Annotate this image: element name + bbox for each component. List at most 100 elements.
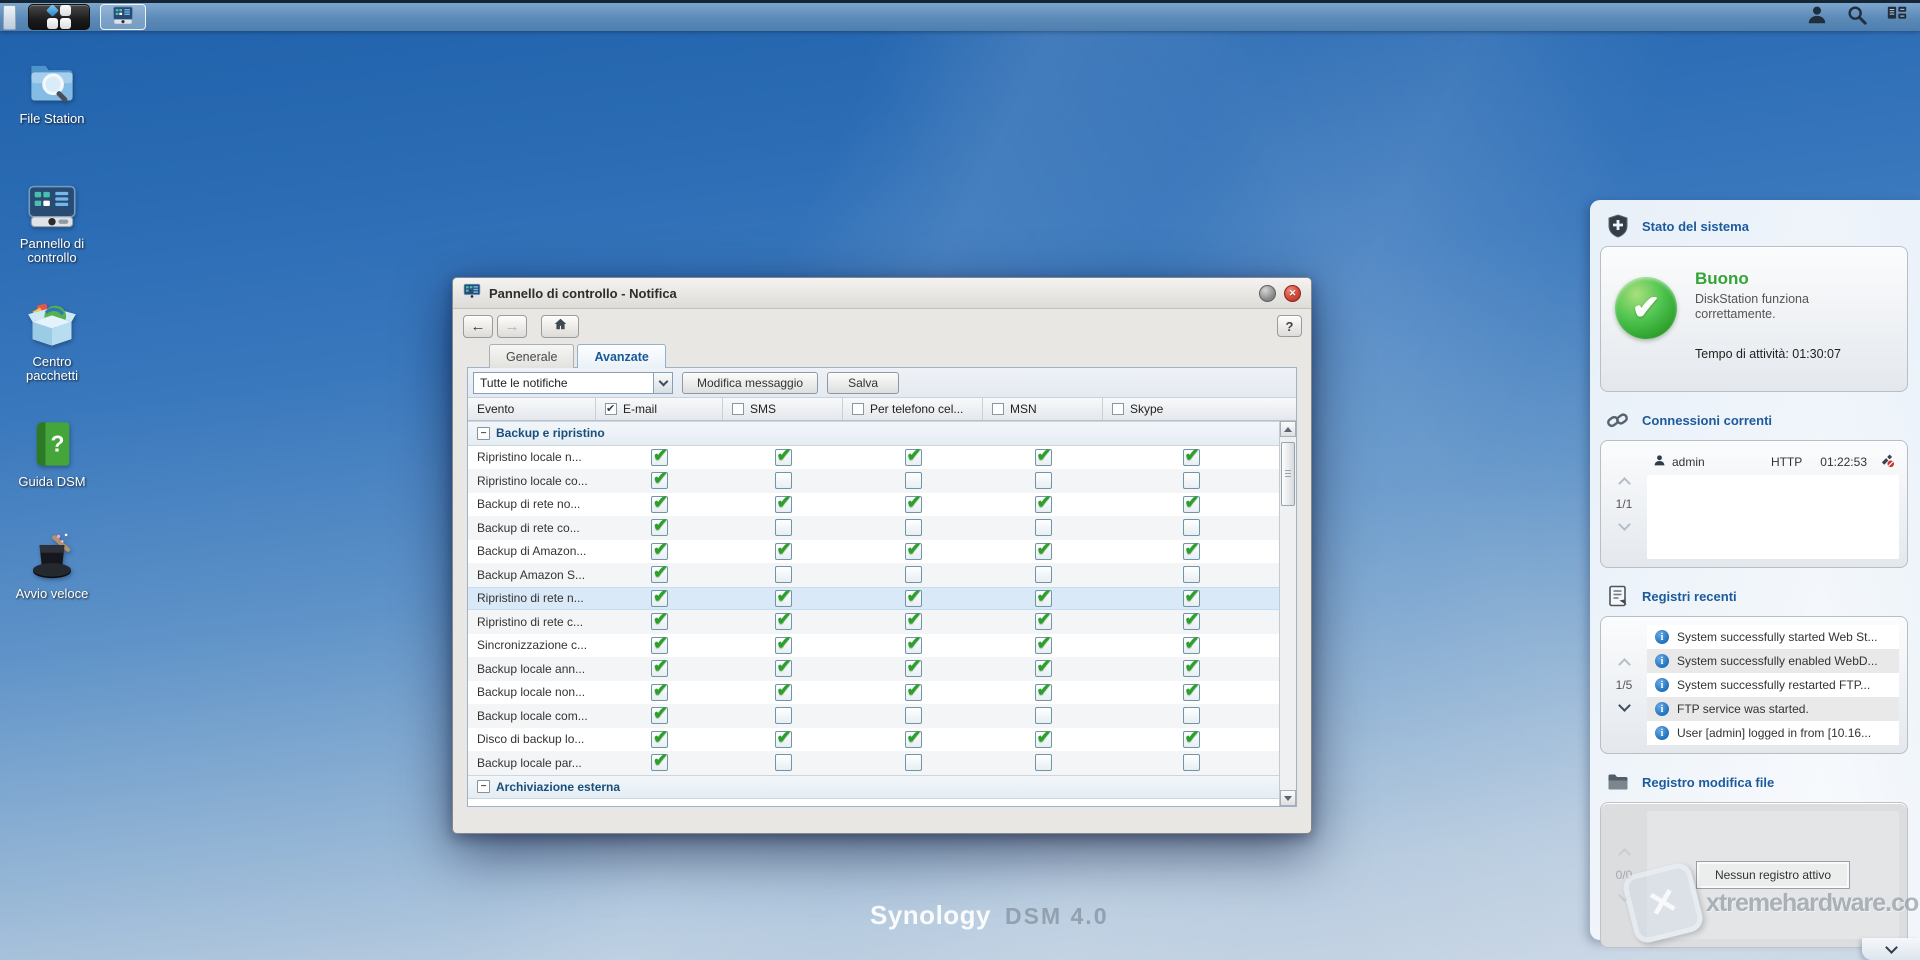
skype-checkbox[interactable]	[1183, 707, 1200, 724]
skype-checkbox[interactable]	[1183, 754, 1200, 771]
phone-checkbox[interactable]	[905, 566, 922, 583]
help-button[interactable]: ?	[1277, 315, 1302, 337]
email-checkbox[interactable]	[651, 707, 668, 724]
pager-up-icon[interactable]	[1618, 658, 1631, 671]
email-checkbox[interactable]	[651, 754, 668, 771]
phone-checkbox[interactable]	[905, 731, 922, 748]
sms-checkbox[interactable]	[775, 566, 792, 583]
sms-column-checkbox[interactable]	[732, 403, 744, 415]
skype-checkbox[interactable]	[1183, 566, 1200, 583]
pager-up-icon[interactable]	[1618, 477, 1631, 490]
msn-checkbox[interactable]	[1035, 566, 1052, 583]
scrollbar-thumb[interactable]	[1281, 442, 1295, 506]
pilot-view-button[interactable]	[1880, 4, 1914, 30]
main-menu-button[interactable]	[28, 4, 90, 30]
sms-checkbox[interactable]	[775, 496, 792, 513]
email-checkbox[interactable]	[651, 543, 668, 560]
widget-panel-collapse-button[interactable]	[1862, 938, 1920, 960]
phone-checkbox[interactable]	[905, 496, 922, 513]
email-checkbox[interactable]	[651, 684, 668, 701]
sms-checkbox[interactable]	[775, 590, 792, 607]
table-row[interactable]: Disco di backup lo...	[468, 728, 1279, 752]
desktop-icon-file-station[interactable]: File Station	[0, 55, 104, 126]
tab-avanzate[interactable]: Avanzate	[577, 344, 665, 368]
msn-checkbox[interactable]	[1035, 449, 1052, 466]
table-row[interactable]: Backup locale ann...	[468, 657, 1279, 681]
email-checkbox[interactable]	[651, 566, 668, 583]
table-row[interactable]: Backup Amazon S...	[468, 563, 1279, 587]
desktop-icon-package-center[interactable]: Centro pacchetti	[0, 298, 104, 383]
home-button[interactable]	[541, 315, 579, 338]
skype-checkbox[interactable]	[1183, 449, 1200, 466]
save-button[interactable]: Salva	[827, 372, 899, 394]
skype-column-checkbox[interactable]	[1112, 403, 1124, 415]
skype-checkbox[interactable]	[1183, 543, 1200, 560]
phone-checkbox[interactable]	[905, 613, 922, 630]
skype-checkbox[interactable]	[1183, 496, 1200, 513]
sms-checkbox[interactable]	[775, 660, 792, 677]
connection-row[interactable]: admin HTTP 01:22:53	[1647, 449, 1899, 475]
scroll-up-button[interactable]	[1280, 421, 1296, 437]
notification-filter-select[interactable]: Tutte le notifiche	[473, 372, 673, 394]
taskbar-item-control-panel[interactable]	[100, 4, 146, 30]
msn-checkbox[interactable]	[1035, 519, 1052, 536]
show-desktop-button[interactable]	[3, 5, 16, 30]
table-row[interactable]: Backup locale non...	[468, 681, 1279, 705]
skype-checkbox[interactable]	[1183, 590, 1200, 607]
sms-checkbox[interactable]	[775, 613, 792, 630]
msn-checkbox[interactable]	[1035, 496, 1052, 513]
table-row[interactable]: Archiviazione esterna	[468, 775, 1279, 800]
desktop-icon-control-panel[interactable]: Pannello di controllo	[0, 180, 104, 265]
table-row[interactable]: Backup locale par...	[468, 751, 1279, 775]
desktop-icon-quick-start[interactable]: Avvio veloce	[0, 530, 104, 601]
skype-checkbox[interactable]	[1183, 613, 1200, 630]
email-checkbox[interactable]	[651, 590, 668, 607]
email-column-checkbox[interactable]	[605, 403, 617, 415]
back-button[interactable]	[463, 315, 493, 338]
table-row[interactable]: Backup di Amazon...	[468, 540, 1279, 564]
msn-checkbox[interactable]	[1035, 472, 1052, 489]
tab-generale[interactable]: Generale	[489, 344, 574, 368]
phone-checkbox[interactable]	[905, 707, 922, 724]
minimize-button[interactable]	[1259, 285, 1276, 302]
msn-checkbox[interactable]	[1035, 660, 1052, 677]
msn-checkbox[interactable]	[1035, 754, 1052, 771]
table-row[interactable]: Backup locale com...	[468, 704, 1279, 728]
sms-checkbox[interactable]	[775, 449, 792, 466]
sms-checkbox[interactable]	[775, 519, 792, 536]
table-row[interactable]: Ripristino di rete c...	[468, 610, 1279, 634]
phone-checkbox[interactable]	[905, 637, 922, 654]
msn-checkbox[interactable]	[1035, 707, 1052, 724]
skype-checkbox[interactable]	[1183, 731, 1200, 748]
edit-message-button[interactable]: Modifica messaggio	[682, 372, 818, 394]
skype-checkbox[interactable]	[1183, 519, 1200, 536]
sms-checkbox[interactable]	[775, 637, 792, 654]
msn-checkbox[interactable]	[1035, 731, 1052, 748]
user-menu-button[interactable]	[1800, 4, 1834, 30]
sms-checkbox[interactable]	[775, 707, 792, 724]
msn-column-checkbox[interactable]	[992, 403, 1004, 415]
skype-checkbox[interactable]	[1183, 472, 1200, 489]
search-button[interactable]	[1840, 4, 1874, 30]
select-dropdown-button[interactable]	[653, 373, 672, 393]
table-row[interactable]: Backup e ripristino	[468, 421, 1279, 446]
msn-checkbox[interactable]	[1035, 590, 1052, 607]
disconnect-icon[interactable]	[1879, 453, 1895, 471]
phone-checkbox[interactable]	[905, 590, 922, 607]
skype-checkbox[interactable]	[1183, 684, 1200, 701]
table-row[interactable]: Backup di rete no...	[468, 493, 1279, 517]
pager-down-icon[interactable]	[1618, 518, 1631, 531]
pager-down-icon[interactable]	[1618, 699, 1631, 712]
vertical-scrollbar[interactable]	[1279, 421, 1296, 806]
sms-checkbox[interactable]	[775, 731, 792, 748]
phone-checkbox[interactable]	[905, 660, 922, 677]
table-row[interactable]: Backup di rete co...	[468, 516, 1279, 540]
phone-checkbox[interactable]	[905, 472, 922, 489]
table-row[interactable]: Ripristino locale co...	[468, 469, 1279, 493]
sms-checkbox[interactable]	[775, 754, 792, 771]
skype-checkbox[interactable]	[1183, 660, 1200, 677]
msn-checkbox[interactable]	[1035, 613, 1052, 630]
desktop-icon-dsm-help[interactable]: ? Guida DSM	[0, 418, 104, 489]
email-checkbox[interactable]	[651, 472, 668, 489]
phone-checkbox[interactable]	[905, 519, 922, 536]
